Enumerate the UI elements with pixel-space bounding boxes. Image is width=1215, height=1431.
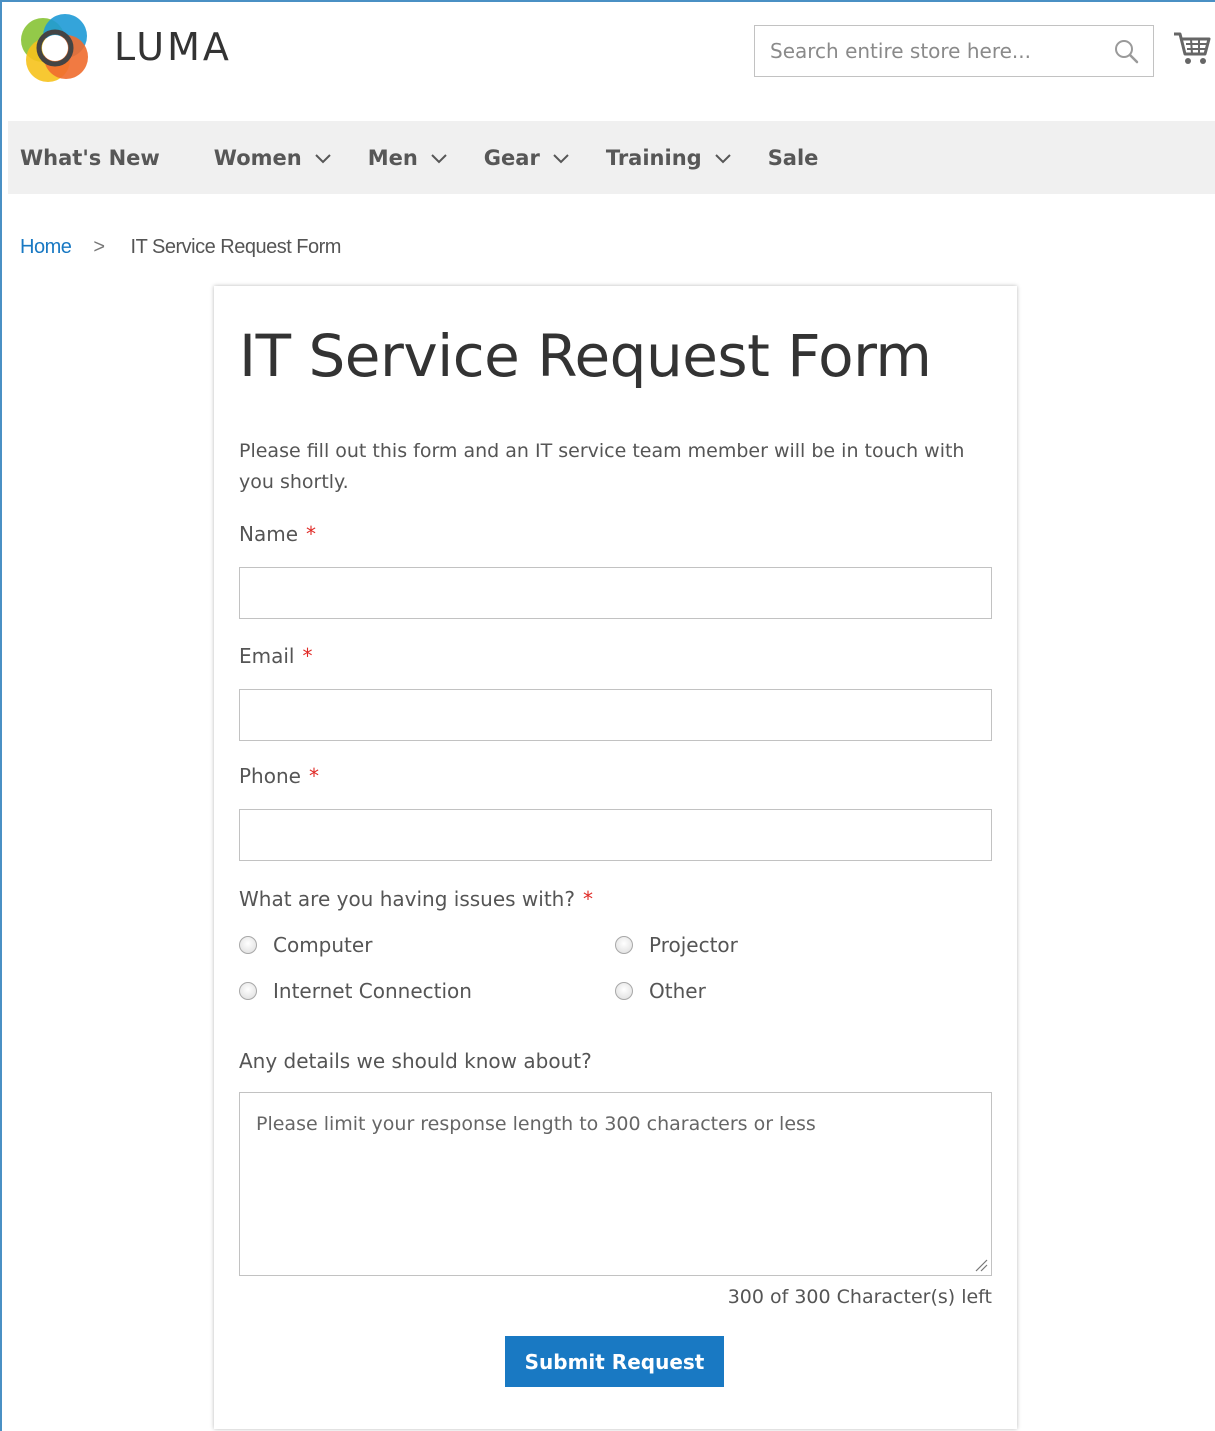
issue-option-projector[interactable]: Projector: [615, 933, 738, 957]
chevron-down-icon: [314, 153, 331, 163]
page-title: IT Service Request Form: [239, 322, 932, 390]
chevron-down-icon: [553, 153, 569, 163]
breadcrumb: Home > IT Service Request Form: [20, 233, 341, 261]
nav-item-label: Gear: [483, 145, 540, 170]
phone-field[interactable]: [240, 810, 991, 860]
breadcrumb-separator: >: [93, 235, 105, 258]
phone-field-box: [239, 809, 992, 861]
issues-label-text: What are you having issues with?: [239, 887, 575, 911]
issue-option-computer[interactable]: Computer: [239, 933, 372, 957]
issue-option-label: Projector: [649, 933, 738, 957]
required-asterisk: *: [302, 644, 313, 668]
issue-option-label: Other: [649, 979, 706, 1003]
email-field[interactable]: [240, 690, 991, 740]
nav-item-label: What's New: [20, 145, 160, 170]
issue-option-label: Computer: [273, 933, 373, 957]
nav-item-label: Training: [605, 145, 702, 170]
issues-label: What are you having issues with? *: [239, 887, 593, 911]
nav-item-label: Sale: [767, 145, 819, 170]
phone-label: Phone *: [239, 764, 319, 788]
shopping-cart-icon[interactable]: [1172, 28, 1212, 68]
main-navigation: What's New Women Men Gear Training Sale: [8, 121, 1215, 194]
name-label-text: Name: [239, 522, 299, 546]
nav-item-men[interactable]: Men: [368, 146, 448, 170]
issue-option-other[interactable]: Other: [615, 979, 706, 1003]
search-input[interactable]: [755, 26, 1095, 76]
email-label-text: Email: [239, 644, 295, 668]
character-counter: 300 of 300 Character(s) left: [727, 1286, 992, 1308]
nav-item-gear[interactable]: Gear: [484, 146, 570, 170]
details-label: Any details we should know about?: [239, 1049, 592, 1073]
search-box: [754, 25, 1154, 77]
issue-option-label: Internet Connection: [273, 979, 472, 1003]
name-field[interactable]: [240, 568, 991, 618]
required-asterisk: *: [306, 522, 317, 546]
issue-option-internet-connection[interactable]: Internet Connection: [239, 979, 472, 1003]
service-request-form: IT Service Request Form Please fill out …: [214, 286, 1017, 1429]
radio-button[interactable]: [239, 936, 257, 954]
details-textarea[interactable]: [240, 1093, 991, 1275]
site-header: LUMA: [0, 0, 1215, 120]
search-icon[interactable]: [1113, 38, 1139, 64]
luma-logo-icon: [21, 14, 88, 82]
phone-label-text: Phone: [239, 764, 301, 788]
breadcrumb-current: IT Service Request Form: [130, 235, 342, 258]
required-asterisk: *: [308, 764, 319, 788]
details-textarea-box: [239, 1092, 992, 1276]
nav-item-sale[interactable]: Sale: [768, 146, 819, 170]
form-intro-text: Please fill out this form and an IT serv…: [239, 440, 965, 493]
nav-item-training[interactable]: Training: [606, 146, 732, 170]
nav-item-label: Men: [367, 145, 418, 170]
submit-request-button[interactable]: Submit Request: [505, 1336, 724, 1387]
required-asterisk: *: [582, 887, 593, 911]
luma-logo[interactable]: LUMA: [18, 10, 258, 84]
email-field-box: [239, 689, 992, 741]
brand-name: LUMA: [114, 25, 232, 69]
resize-handle-icon[interactable]: [972, 1256, 988, 1272]
email-label: Email *: [239, 644, 313, 668]
chevron-down-icon: [431, 153, 447, 163]
nav-item-label: Women: [213, 145, 302, 170]
breadcrumb-home-link[interactable]: Home: [20, 236, 72, 259]
name-label: Name *: [239, 522, 316, 546]
radio-button[interactable]: [615, 982, 633, 1000]
radio-button[interactable]: [239, 982, 257, 1000]
nav-item-women[interactable]: Women: [214, 146, 332, 170]
name-field-box: [239, 567, 992, 619]
radio-button[interactable]: [615, 936, 633, 954]
nav-item-whats-new[interactable]: What's New: [20, 146, 160, 170]
chevron-down-icon: [714, 153, 731, 163]
